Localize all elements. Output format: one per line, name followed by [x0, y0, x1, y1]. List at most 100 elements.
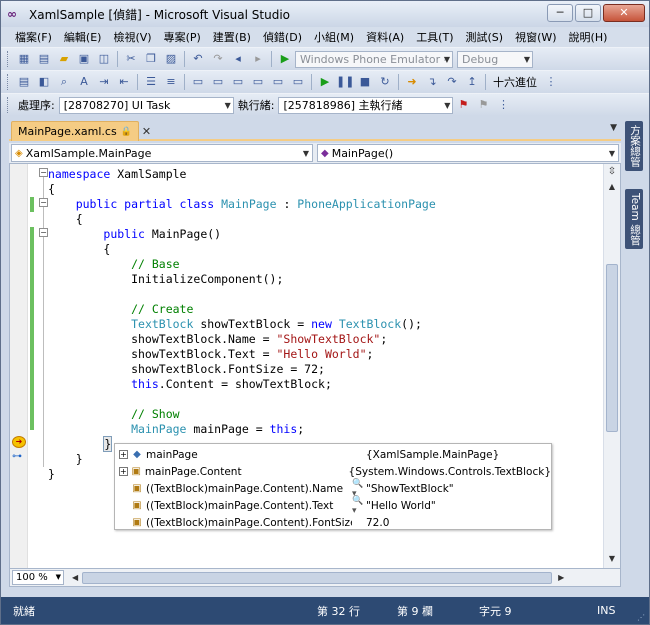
- configuration-combo[interactable]: Debug ▼: [457, 50, 533, 68]
- menu-edit[interactable]: 編輯(E): [58, 29, 108, 45]
- code-line[interactable]: {: [48, 212, 436, 227]
- datatip-value[interactable]: "ShowTextBlock": [366, 483, 454, 495]
- code-editor[interactable]: − − − ➜ ⊶ namespace XamlSample{ public p…: [9, 163, 621, 569]
- menu-debug[interactable]: 偵錯(D): [257, 29, 308, 45]
- code-line[interactable]: showTextBlock.FontSize = 72;: [48, 362, 436, 377]
- code-line[interactable]: TextBlock showTextBlock = new TextBlock(…: [48, 317, 436, 332]
- more-options-icon[interactable]: ⋮: [494, 97, 512, 113]
- undo-icon[interactable]: ↶: [189, 51, 207, 67]
- datatip-row[interactable]: + ▣ mainPage.Content {System.Windows.Contro…: [115, 463, 551, 480]
- code-line[interactable]: // Base: [48, 257, 436, 272]
- datatip-row[interactable]: ▣ ((TextBlock)mainPage.Content).Text 🔍▾ "He…: [115, 496, 551, 516]
- continue-icon[interactable]: ▶: [316, 74, 334, 90]
- breakpoint-list-icon[interactable]: ◧: [35, 74, 53, 90]
- datatip-row[interactable]: ▣ ((TextBlock)mainPage.Content).Name 🔍▾ "Sh…: [115, 479, 551, 499]
- menu-data[interactable]: 資料(A): [360, 29, 410, 45]
- navigate-back-icon[interactable]: ◂: [229, 51, 247, 67]
- menu-help[interactable]: 說明(H): [563, 29, 614, 45]
- scroll-up-icon[interactable]: ▲: [604, 180, 620, 194]
- vertical-scrollbar[interactable]: ⇳ ▲ ▼: [603, 164, 620, 568]
- find-icon[interactable]: ⌕: [55, 74, 73, 90]
- close-button[interactable]: ✕: [603, 4, 645, 22]
- font-icon[interactable]: A: [75, 74, 93, 90]
- collapse-class-icon[interactable]: −: [39, 198, 48, 207]
- restart-icon[interactable]: ↻: [376, 74, 394, 90]
- outdent-icon[interactable]: ⇤: [115, 74, 133, 90]
- code-line[interactable]: namespace XamlSample: [48, 167, 436, 182]
- menu-view[interactable]: 檢視(V): [107, 29, 157, 45]
- code-line[interactable]: showTextBlock.Name = "ShowTextBlock";: [48, 332, 436, 347]
- datatip-row[interactable]: + ◆ mainPage {XamlSample.MainPage}: [115, 446, 551, 463]
- class-combo[interactable]: ◈ XamlSample.MainPage ▼: [11, 144, 313, 162]
- next-bookmark-icon[interactable]: ▭: [229, 74, 247, 90]
- toolbar-grip[interactable]: [7, 51, 10, 67]
- new-project-icon[interactable]: ▦: [15, 51, 33, 67]
- code-line[interactable]: this.Content = showTextBlock;: [48, 377, 436, 392]
- code-line[interactable]: {: [48, 182, 436, 197]
- datatip-pin-icon[interactable]: ⊶: [12, 451, 22, 462]
- visualizer-icon[interactable]: 🔍▾: [352, 496, 364, 516]
- menu-test[interactable]: 測試(S): [460, 29, 510, 45]
- menu-build[interactable]: 建置(B): [207, 29, 257, 45]
- stop-debugging-icon[interactable]: ■: [356, 74, 374, 90]
- code-line[interactable]: {: [48, 242, 436, 257]
- close-icon[interactable]: ✕: [142, 125, 151, 138]
- code-line[interactable]: // Create: [48, 302, 436, 317]
- datatip-value[interactable]: 72.0: [366, 517, 389, 529]
- collapse-namespace-icon[interactable]: −: [39, 168, 48, 177]
- scroll-right-icon[interactable]: ▶: [558, 573, 564, 582]
- add-item-icon[interactable]: ▤: [35, 51, 53, 67]
- indicator-margin[interactable]: [10, 164, 28, 568]
- break-all-icon[interactable]: ❚❚: [336, 74, 354, 90]
- bookmark-icon[interactable]: ▭: [189, 74, 207, 90]
- step-out-icon[interactable]: ↥: [463, 74, 481, 90]
- menu-window[interactable]: 視窗(W): [509, 29, 562, 45]
- maximize-button[interactable]: □: [575, 4, 601, 22]
- zoom-combo[interactable]: 100 % ▼: [12, 570, 64, 585]
- expand-icon[interactable]: +: [119, 450, 128, 459]
- next-bookmark-folder-icon[interactable]: ▭: [269, 74, 287, 90]
- datatip-popup[interactable]: + ◆ mainPage {XamlSample.MainPage} + ▣ mainPag…: [114, 443, 552, 530]
- deployment-target-combo[interactable]: Windows Phone Emulator - 5 ▼: [295, 50, 453, 81]
- code-line[interactable]: [48, 287, 436, 302]
- scroll-down-icon[interactable]: ▼: [604, 552, 620, 566]
- datatip-value[interactable]: "Hello World": [366, 500, 436, 512]
- solution-explorer-tab[interactable]: 方案總管: [625, 121, 643, 171]
- save-icon[interactable]: ▣: [75, 51, 93, 67]
- code-line[interactable]: InitializeComponent();: [48, 272, 436, 287]
- datatip-value[interactable]: {System.Windows.Controls.TextBlock}: [349, 466, 551, 478]
- team-explorer-tab[interactable]: Team 總管: [625, 189, 643, 250]
- datatip-row[interactable]: ▣ ((TextBlock)mainPage.Content).FontSize 7…: [115, 514, 551, 531]
- clear-bookmarks-icon[interactable]: ▭: [289, 74, 307, 90]
- pin-icon[interactable]: 🔒: [121, 127, 132, 137]
- more-options-icon[interactable]: ⋮: [542, 74, 560, 90]
- vertical-scroll-thumb[interactable]: [606, 264, 618, 432]
- copy-icon[interactable]: ❐: [142, 51, 160, 67]
- resize-grip-icon[interactable]: ⋰: [637, 613, 645, 622]
- show-flagged-threads-icon[interactable]: ⚑: [474, 97, 492, 113]
- paste-icon[interactable]: ▨: [162, 51, 180, 67]
- document-tab-mainpage[interactable]: MainPage.xaml.cs 🔒 ✕: [11, 121, 151, 141]
- toolbar-grip[interactable]: [7, 97, 10, 113]
- member-combo[interactable]: ◆ MainPage() ▼: [317, 144, 619, 162]
- collapse-method-icon[interactable]: −: [39, 228, 48, 237]
- save-all-icon[interactable]: ◫: [95, 51, 113, 67]
- active-files-dropdown-icon[interactable]: ▼: [610, 123, 617, 133]
- cut-icon[interactable]: ✂: [122, 51, 140, 67]
- code-line[interactable]: public partial class MainPage : PhoneApp…: [48, 197, 436, 212]
- code-line[interactable]: [48, 392, 436, 407]
- uncomment-icon[interactable]: ≡: [162, 74, 180, 90]
- menu-file[interactable]: 檔案(F): [9, 29, 58, 45]
- code-line[interactable]: showTextBlock.Text = "Hello World";: [48, 347, 436, 362]
- hex-display-button[interactable]: 十六進位: [493, 74, 537, 90]
- prev-bookmark-folder-icon[interactable]: ▭: [249, 74, 267, 90]
- horizontal-scroll-thumb[interactable]: [82, 571, 553, 584]
- indent-icon[interactable]: ⇥: [95, 74, 113, 90]
- thread-combo[interactable]: [257818986] 主執行緒 ▼: [278, 96, 454, 114]
- datatip-value[interactable]: {XamlSample.MainPage}: [366, 449, 499, 461]
- show-next-statement-icon[interactable]: ➜: [403, 74, 421, 90]
- properties-icon[interactable]: ▤: [15, 74, 33, 90]
- code-line[interactable]: // Show: [48, 407, 436, 422]
- prev-bookmark-icon[interactable]: ▭: [209, 74, 227, 90]
- minimize-button[interactable]: ─: [547, 4, 573, 22]
